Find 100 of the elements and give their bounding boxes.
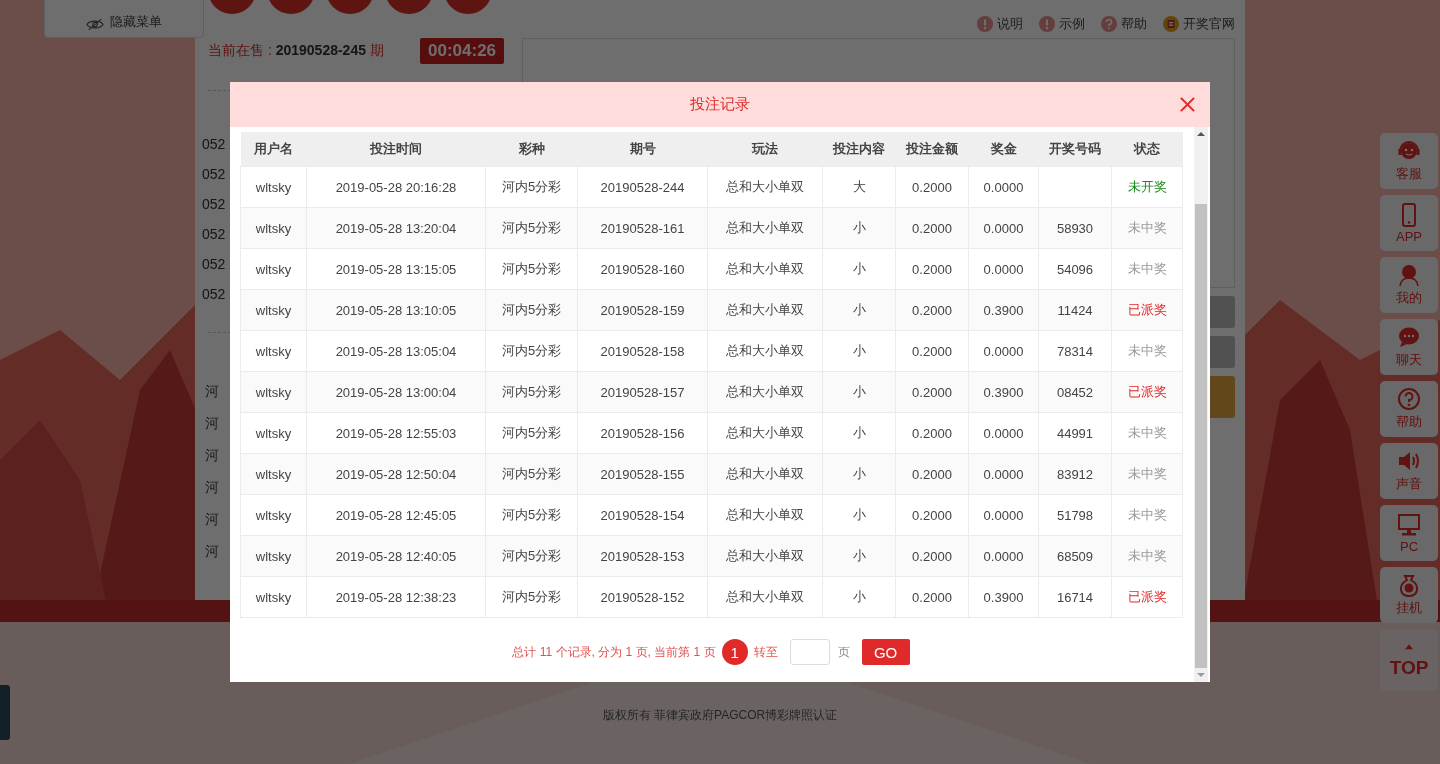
table-cell: 总和大小单双 <box>707 248 823 290</box>
status-text: 未中奖 <box>1111 412 1183 454</box>
header-link[interactable]: 帮助 <box>1101 15 1147 33</box>
side-button[interactable]: 我的 <box>1380 257 1438 313</box>
back-to-top-button[interactable]: TOP <box>1380 629 1438 691</box>
status-text: 未中奖 <box>1111 207 1183 249</box>
page-number[interactable]: 1 <box>721 639 748 665</box>
goto-label: 转至 <box>753 643 778 661</box>
speaker-icon <box>1397 449 1421 473</box>
table-cell: 小 <box>822 248 896 290</box>
table-cell: 16714 <box>1038 576 1112 618</box>
table-cell: 0.2000 <box>895 453 969 495</box>
column-header[interactable]: 用户名 <box>240 132 307 167</box>
issue-number: 052 <box>202 255 227 274</box>
status-text: 未中奖 <box>1111 453 1183 495</box>
table-cell: 0.2000 <box>895 289 969 331</box>
table-cell: 河内5分彩 <box>485 576 578 618</box>
table-cell: wltsky <box>240 371 307 413</box>
table-cell: 20190528-161 <box>577 207 708 249</box>
table-cell: 总和大小单双 <box>707 453 823 495</box>
table-cell: wltsky <box>240 535 307 577</box>
status-text: 未开奖 <box>1111 166 1183 208</box>
status-text: 未中奖 <box>1111 330 1183 372</box>
table-cell: 总和大小单双 <box>707 535 823 577</box>
table-cell: 83912 <box>1038 453 1112 495</box>
table-cell: 总和大小单双 <box>707 576 823 618</box>
status-text: 未中奖 <box>1111 248 1183 290</box>
column-header[interactable]: 奖金 <box>968 132 1039 167</box>
table-cell: 2019-05-28 13:20:04 <box>306 207 486 249</box>
lottery-name: 河 <box>205 415 220 432</box>
table-cell: 小 <box>822 371 896 413</box>
table-cell: 总和大小单双 <box>707 207 823 249</box>
side-handle[interactable] <box>0 685 10 740</box>
column-header[interactable]: 玩法 <box>707 132 823 167</box>
table-cell: 20190528-159 <box>577 289 708 331</box>
go-button[interactable]: GO <box>861 639 910 665</box>
side-button[interactable]: 声音 <box>1380 443 1438 499</box>
table-cell: wltsky <box>240 494 307 536</box>
issue-number: 052 <box>202 165 227 184</box>
side-button[interactable]: 挂机 <box>1380 567 1438 623</box>
table-cell: 0.2000 <box>895 371 969 413</box>
table-cell: 0.3900 <box>968 576 1039 618</box>
scrollbar[interactable] <box>1194 127 1208 682</box>
column-header[interactable]: 投注时间 <box>306 132 486 167</box>
table-cell: 0.0000 <box>968 494 1039 536</box>
side-button[interactable]: 聊天 <box>1380 319 1438 375</box>
hide-menu-button[interactable]: 隐藏菜单 <box>44 0 204 38</box>
side-button[interactable]: 帮助 <box>1380 381 1438 437</box>
issue-number: 052 <box>202 285 227 304</box>
table-cell: 河内5分彩 <box>485 412 578 454</box>
header-link[interactable]: 开奖官网 <box>1163 15 1235 33</box>
column-header[interactable]: 投注内容 <box>822 132 896 167</box>
scroll-down-icon[interactable] <box>1196 672 1206 678</box>
monitor-icon <box>1397 512 1421 537</box>
side-button[interactable]: PC <box>1380 505 1438 561</box>
table-cell: 河内5分彩 <box>485 207 578 249</box>
header-link[interactable]: 说明 <box>977 15 1023 33</box>
table-cell: 河内5分彩 <box>485 494 578 536</box>
page-unit-label: 页 <box>837 643 850 661</box>
table-cell: 0.2000 <box>895 207 969 249</box>
table-cell: 2019-05-28 13:15:05 <box>306 248 486 290</box>
table-cell: 0.2000 <box>895 248 969 290</box>
info-icon <box>977 16 993 32</box>
scroll-up-icon[interactable] <box>1196 131 1206 137</box>
table-cell: 河内5分彩 <box>485 166 578 208</box>
table-cell: 总和大小单双 <box>707 494 823 536</box>
side-button[interactable]: 客服 <box>1380 133 1438 189</box>
lottery-name: 河 <box>205 543 220 560</box>
close-icon[interactable] <box>1179 96 1196 113</box>
page-input[interactable] <box>789 639 830 665</box>
table-cell: 0.0000 <box>968 166 1039 208</box>
column-header[interactable]: 期号 <box>577 132 708 167</box>
table-cell: 河内5分彩 <box>485 453 578 495</box>
table-cell: 总和大小单双 <box>707 166 823 208</box>
table-cell: 2019-05-28 20:16:28 <box>306 166 486 208</box>
table-cell: 小 <box>822 330 896 372</box>
column-header[interactable]: 状态 <box>1111 132 1183 167</box>
issue-number: 052 <box>202 225 227 244</box>
side-button[interactable]: APP <box>1380 195 1438 251</box>
header-link[interactable]: 示例 <box>1039 15 1085 33</box>
table-cell: 20190528-244 <box>577 166 708 208</box>
table-cell: 小 <box>822 535 896 577</box>
column-header[interactable]: 投注金额 <box>895 132 969 167</box>
table-cell: 河内5分彩 <box>485 371 578 413</box>
column-header[interactable]: 彩种 <box>485 132 578 167</box>
table-cell: 河内5分彩 <box>485 248 578 290</box>
table-cell: 20190528-155 <box>577 453 708 495</box>
table-cell: 0.0000 <box>968 535 1039 577</box>
status-text: 已派奖 <box>1111 371 1183 413</box>
table-cell: 20190528-152 <box>577 576 708 618</box>
column-header[interactable]: 开奖号码 <box>1038 132 1112 167</box>
table-cell: 小 <box>822 576 896 618</box>
table-cell: 20190528-156 <box>577 412 708 454</box>
table-cell: 2019-05-28 12:55:03 <box>306 412 486 454</box>
table-cell: 0.2000 <box>895 535 969 577</box>
table-cell: 小 <box>822 412 896 454</box>
info-icon <box>1039 16 1055 32</box>
table-cell: 总和大小单双 <box>707 289 823 331</box>
table-cell: 78314 <box>1038 330 1112 372</box>
table-cell: 2019-05-28 12:45:05 <box>306 494 486 536</box>
